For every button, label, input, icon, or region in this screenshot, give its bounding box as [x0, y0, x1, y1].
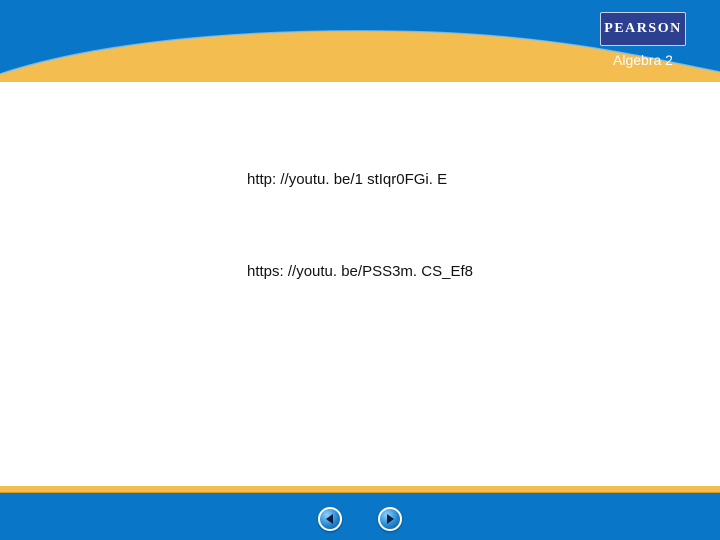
footer-stripe: [0, 486, 720, 493]
next-slide-button[interactable]: [378, 507, 402, 531]
pearson-logo: PEARSON: [600, 12, 686, 46]
video-link-2[interactable]: https: //youtu. be/PSS3m. CS_Ef8: [247, 263, 473, 281]
video-link-1[interactable]: http: //youtu. be/1 stIqr0FGi. E: [247, 171, 447, 189]
previous-slide-button[interactable]: [318, 507, 342, 531]
subject-title: Algebra 2: [613, 52, 673, 68]
footer-bar: [0, 493, 720, 540]
slide-content: http: //youtu. be/1 stIqr0FGi. E https: …: [0, 82, 720, 486]
triangle-left-icon: [326, 514, 333, 524]
triangle-right-icon: [387, 514, 394, 524]
